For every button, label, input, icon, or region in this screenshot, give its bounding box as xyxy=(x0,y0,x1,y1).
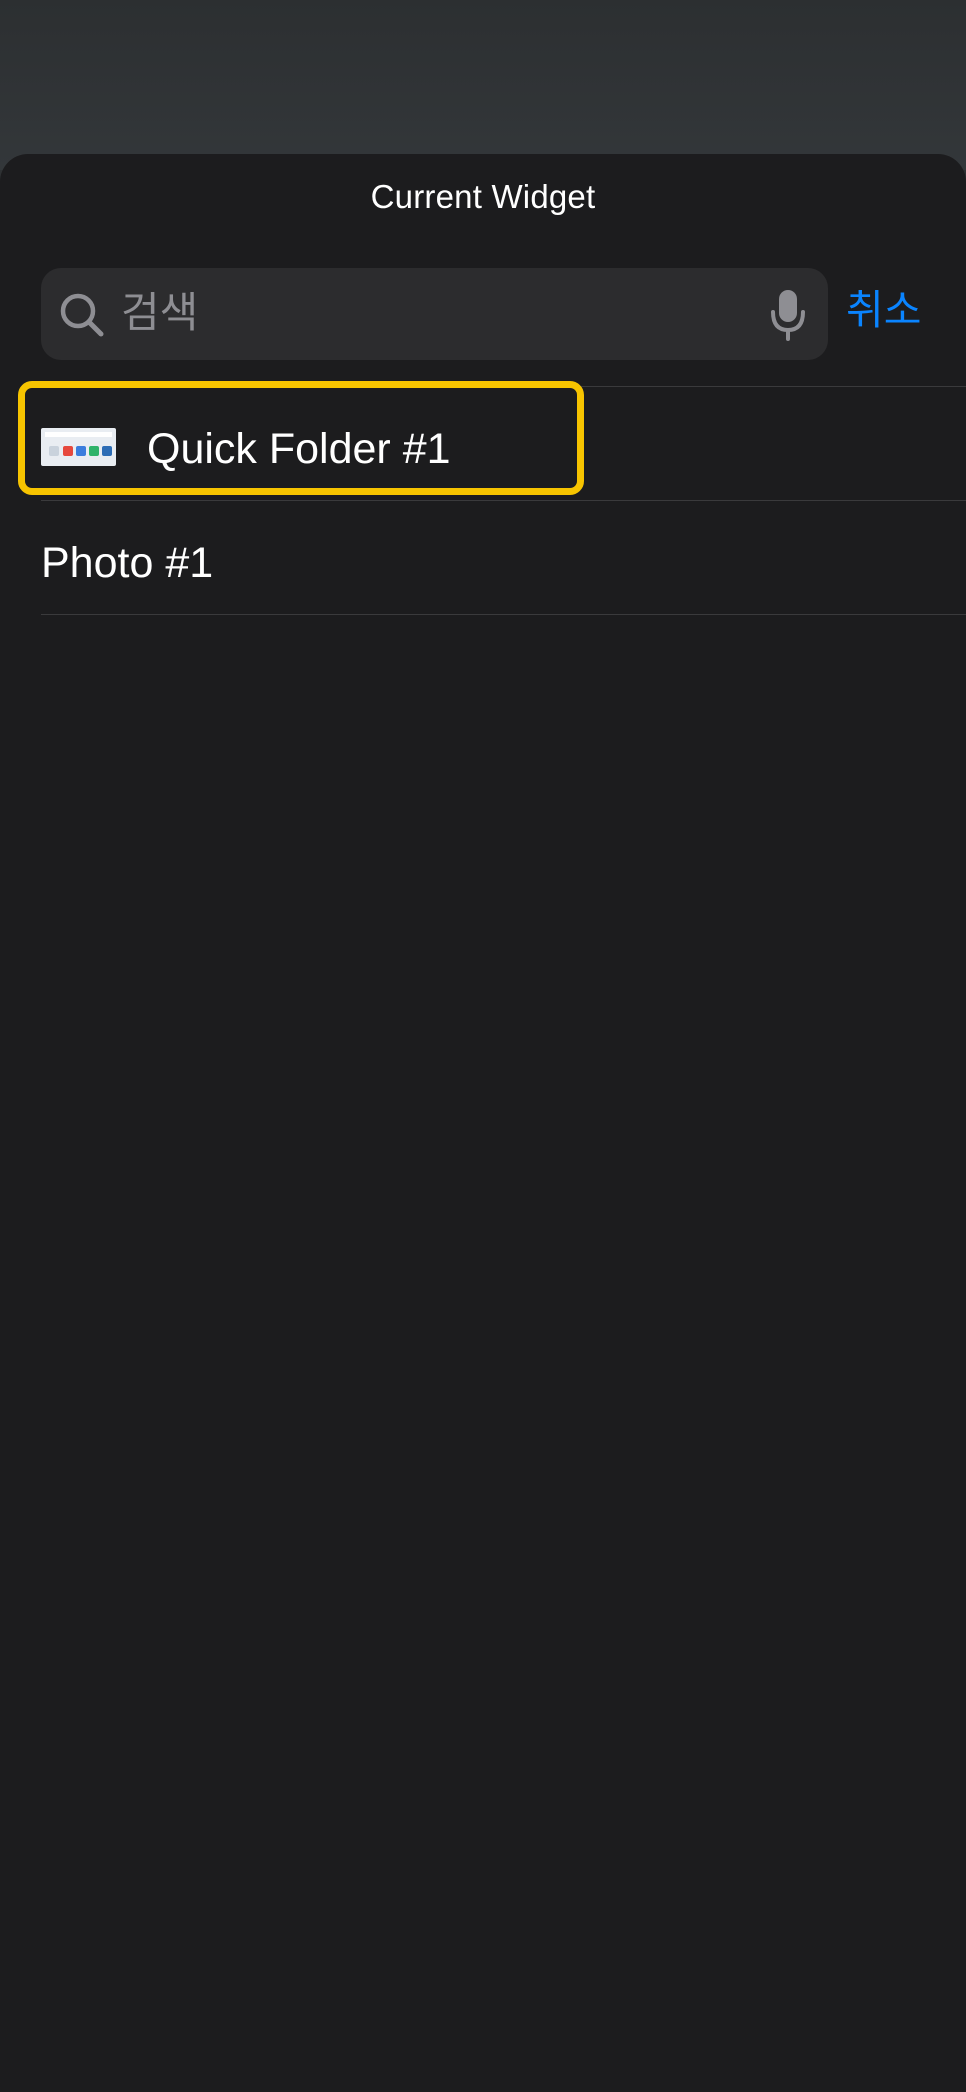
list-item-photo[interactable]: Photo #1 xyxy=(41,504,966,616)
list-divider xyxy=(41,500,966,501)
list-item-quick-folder[interactable]: Quick Folder #1 xyxy=(41,390,966,502)
list-item-label: Quick Folder #1 xyxy=(147,425,451,473)
list-top-divider xyxy=(41,386,966,387)
search-icon xyxy=(60,293,104,337)
dimmed-background xyxy=(0,0,966,170)
microphone-icon[interactable] xyxy=(770,288,806,342)
list-item-label: Photo #1 xyxy=(41,539,214,587)
widget-thumbnail xyxy=(41,428,116,466)
widget-picker-sheet: Current Widget 검색 취소 Quick Folder #1 Pho… xyxy=(0,154,966,2092)
search-placeholder[interactable]: 검색 xyxy=(121,288,198,338)
search-field[interactable]: 검색 xyxy=(41,268,828,360)
cancel-button[interactable]: 취소 xyxy=(846,284,921,336)
sheet-title: Current Widget xyxy=(370,178,596,215)
list-bottom-divider xyxy=(41,614,966,615)
